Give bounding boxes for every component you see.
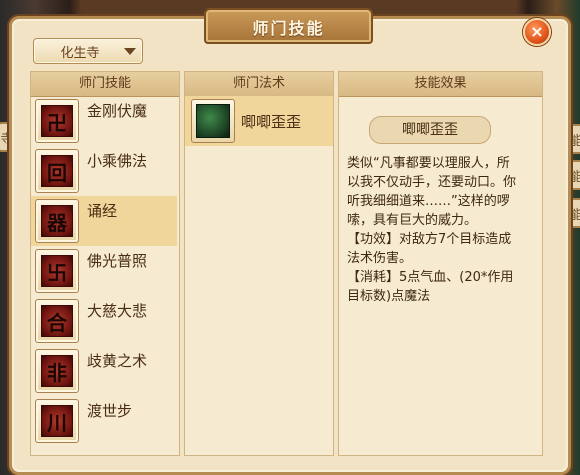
skill-emblem-icon: 卐 [35, 249, 79, 293]
skill-item[interactable]: 卐佛光普照 [31, 246, 177, 296]
skill-item[interactable]: 非歧黄之术 [31, 346, 177, 396]
effect-description: 类似“凡事都要以理服人，所 以我不仅动手，还要动口。你 听我细细道来……”这样的啰嗦… [347, 154, 534, 306]
skill-label: 佛光普照 [87, 252, 148, 270]
effect-skill-name: 唧唧歪歪 [369, 116, 491, 144]
skill-emblem-icon: 川 [35, 399, 79, 443]
skill-item[interactable]: 川渡世步 [31, 396, 177, 446]
skill-glyph: 卍 [41, 105, 73, 137]
skill-emblem-icon: 卍 [35, 99, 79, 143]
skill-item[interactable]: 合大慈大悲 [31, 296, 177, 346]
effect-line: 听我细细道来……”这样的啰 [347, 194, 510, 209]
skills-column: 师门技能 卍金刚伏魔回小乘佛法器诵经卐佛光普照合大慈大悲非歧黄之术川渡世步 [30, 71, 180, 456]
effect-line: 类似“凡事都要以理服人，所 [347, 156, 510, 171]
effect-line: 【功效】对敌方7个目标造成 [347, 232, 512, 247]
effect-line: 【消耗】5点气血、(20*作用 [347, 270, 514, 285]
chevron-down-icon [124, 48, 136, 55]
skill-glyph: 回 [41, 155, 73, 187]
effect-line: 法术伤害。 [347, 251, 413, 266]
window-title: 师门技能 [252, 19, 325, 38]
skill-glyph: 川 [41, 405, 73, 437]
method-item[interactable]: 唧唧歪歪 [185, 96, 333, 146]
skill-emblem-icon: 非 [35, 349, 79, 393]
skill-item[interactable]: 卍金刚伏魔 [31, 96, 177, 146]
skill-emblem-icon: 器 [35, 199, 79, 243]
skill-glyph: 合 [41, 305, 73, 337]
method-label: 唧唧歪歪 [241, 113, 302, 131]
effect-column: 技能效果 唧唧歪歪 类似“凡事都要以理服人，所 以我不仅动手，还要动口。你 听我细细… [338, 71, 543, 456]
spell-green-icon [191, 99, 235, 143]
skill-item[interactable]: 回小乘佛法 [31, 146, 177, 196]
skill-label: 小乘佛法 [87, 152, 148, 170]
skill-glyph: 器 [41, 205, 73, 237]
skill-emblem-icon: 回 [35, 149, 79, 193]
skill-label: 大慈大悲 [87, 302, 148, 320]
methods-column-header: 师门法术 [185, 72, 333, 97]
effect-line: 以我不仅动手，还要动口。你 [347, 175, 517, 190]
close-button[interactable]: × [523, 18, 551, 46]
skill-label: 渡世步 [87, 402, 133, 420]
skill-label: 诵经 [87, 202, 118, 220]
school-dropdown[interactable]: 化生寺 [33, 38, 143, 64]
effect-line: 目标数)点魔法 [347, 289, 431, 304]
skill-glyph: 非 [41, 355, 73, 387]
skill-label: 金刚伏魔 [87, 102, 148, 120]
window-title-bar: 师门技能 [204, 8, 373, 44]
skill-item[interactable]: 器诵经 [31, 196, 177, 246]
close-icon: × [530, 22, 544, 41]
skill-emblem-icon: 合 [35, 299, 79, 343]
effect-column-header: 技能效果 [339, 72, 542, 97]
skill-label: 歧黄之术 [87, 352, 148, 370]
skills-column-header: 师门技能 [31, 72, 179, 97]
skill-glyph: 卐 [41, 255, 73, 287]
effect-line: 嗦，具有巨大的威力。 [347, 213, 478, 228]
methods-column: 师门法术 唧唧歪歪 [184, 71, 334, 456]
school-dropdown-value: 化生寺 [60, 46, 100, 61]
